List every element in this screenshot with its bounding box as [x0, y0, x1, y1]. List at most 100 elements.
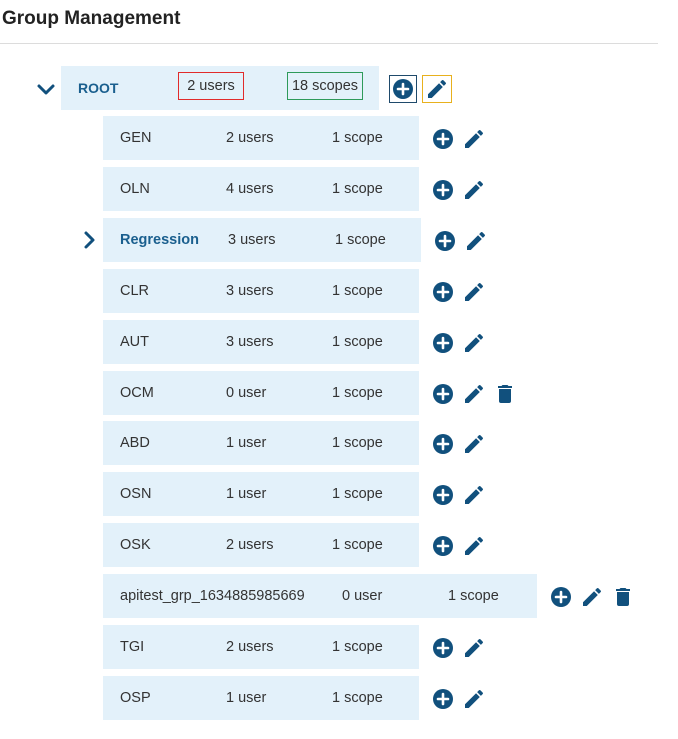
edit-group-button[interactable]: [462, 687, 486, 711]
plus-circle-icon: [433, 485, 453, 505]
group-users-count: 0 user: [226, 385, 267, 401]
group-users-count: 3 users: [226, 283, 274, 299]
edit-group-button[interactable]: [462, 127, 486, 151]
group-name: OLN: [120, 181, 150, 197]
group-row[interactable]: Regression 3 users 1 scope: [103, 218, 421, 262]
group-row[interactable]: OLN 4 users 1 scope: [103, 167, 419, 211]
page-title: Group Management: [2, 8, 181, 29]
add-subgroup-button[interactable]: [433, 229, 457, 253]
edit-group-button[interactable]: [462, 636, 486, 660]
edit-group-button[interactable]: [462, 280, 486, 304]
pencil-icon: [428, 79, 447, 98]
pencil-icon: [465, 333, 484, 352]
group-scopes-count: 1 scope: [448, 588, 499, 604]
root-edit-button[interactable]: [422, 75, 452, 103]
group-scopes-count: 1 scope: [335, 232, 386, 248]
edit-group-button[interactable]: [462, 331, 486, 355]
group-name: apitest_grp_1634885985669: [120, 588, 305, 604]
group-users-count: 1 user: [226, 435, 267, 451]
delete-group-button[interactable]: [493, 382, 517, 406]
group-users-count: 2 users: [226, 130, 274, 146]
pencil-icon: [465, 180, 484, 199]
plus-circle-icon: [551, 587, 571, 607]
add-subgroup-button[interactable]: [431, 280, 455, 304]
plus-circle-icon: [433, 129, 453, 149]
group-scopes-count: 1 scope: [332, 486, 383, 502]
group-row[interactable]: GEN 2 users 1 scope: [103, 116, 419, 160]
group-name: ABD: [120, 435, 150, 451]
group-row-root[interactable]: ROOT 2 users 18 scopes: [61, 66, 379, 110]
add-subgroup-button[interactable]: [431, 636, 455, 660]
add-subgroup-button[interactable]: [431, 687, 455, 711]
group-scopes-count: 1 scope: [332, 283, 383, 299]
pencil-icon: [467, 231, 486, 250]
group-row[interactable]: OSN 1 user 1 scope: [103, 472, 419, 516]
group-name: GEN: [120, 130, 152, 146]
edit-group-button[interactable]: [462, 178, 486, 202]
group-row[interactable]: OSK 2 users 1 scope: [103, 523, 419, 567]
add-subgroup-button[interactable]: [431, 178, 455, 202]
delete-group-button[interactable]: [611, 585, 635, 609]
trash-icon: [498, 385, 512, 403]
group-name: OSP: [120, 690, 151, 706]
group-name: ROOT: [78, 80, 119, 96]
pencil-icon: [465, 536, 484, 555]
add-subgroup-button[interactable]: [431, 483, 455, 507]
trash-icon: [616, 588, 630, 606]
group-scopes-count: 1 scope: [332, 130, 383, 146]
add-subgroup-button[interactable]: [431, 534, 455, 558]
group-scopes-count: 1 scope: [332, 385, 383, 401]
root-scopes-count: 18 scopes: [287, 72, 363, 100]
root-add-button[interactable]: [389, 75, 417, 103]
plus-circle-icon: [433, 384, 453, 404]
group-row[interactable]: apitest_grp_1634885985669 0 user 1 scope: [103, 574, 537, 618]
plus-circle-icon: [433, 282, 453, 302]
group-row[interactable]: OSP 1 user 1 scope: [103, 676, 419, 720]
pencil-icon: [465, 384, 484, 403]
group-scopes-count: 1 scope: [332, 690, 383, 706]
edit-group-button[interactable]: [462, 483, 486, 507]
plus-circle-icon: [433, 689, 453, 709]
title-divider: [0, 43, 658, 44]
group-row[interactable]: OCM 0 user 1 scope: [103, 371, 419, 415]
group-row[interactable]: AUT 3 users 1 scope: [103, 320, 419, 364]
group-users-count: 2 users: [226, 639, 274, 655]
group-name[interactable]: Regression: [120, 232, 199, 248]
add-subgroup-button[interactable]: [431, 127, 455, 151]
pencil-icon: [465, 485, 484, 504]
pencil-icon: [465, 638, 484, 657]
edit-group-button[interactable]: [462, 432, 486, 456]
add-subgroup-button[interactable]: [431, 432, 455, 456]
group-name: AUT: [120, 334, 149, 350]
plus-circle-icon: [393, 79, 413, 99]
group-scopes-count: 1 scope: [332, 181, 383, 197]
chevron-down-icon[interactable]: [36, 80, 56, 100]
group-scopes-count: 1 scope: [332, 435, 383, 451]
plus-circle-icon: [433, 638, 453, 658]
group-name: OSK: [120, 537, 151, 553]
chevron-right-icon[interactable]: [80, 230, 100, 250]
group-name: OSN: [120, 486, 152, 502]
pencil-icon: [465, 282, 484, 301]
pencil-icon: [583, 587, 602, 606]
group-scopes-count: 1 scope: [332, 334, 383, 350]
plus-circle-icon: [435, 231, 455, 251]
group-users-count: 3 users: [228, 232, 276, 248]
group-users-count: 1 user: [226, 486, 267, 502]
plus-circle-icon: [433, 180, 453, 200]
edit-group-button[interactable]: [464, 229, 488, 253]
group-row[interactable]: TGI 2 users 1 scope: [103, 625, 419, 669]
group-row[interactable]: CLR 3 users 1 scope: [103, 269, 419, 313]
group-name: OCM: [120, 385, 154, 401]
group-scopes-count: 1 scope: [332, 639, 383, 655]
group-users-count: 0 user: [342, 588, 383, 604]
edit-group-button[interactable]: [462, 534, 486, 558]
add-subgroup-button[interactable]: [431, 331, 455, 355]
plus-circle-icon: [433, 333, 453, 353]
edit-group-button[interactable]: [462, 382, 486, 406]
group-row[interactable]: ABD 1 user 1 scope: [103, 421, 419, 465]
add-subgroup-button[interactable]: [431, 382, 455, 406]
group-users-count: 3 users: [226, 334, 274, 350]
add-subgroup-button[interactable]: [549, 585, 573, 609]
edit-group-button[interactable]: [580, 585, 604, 609]
